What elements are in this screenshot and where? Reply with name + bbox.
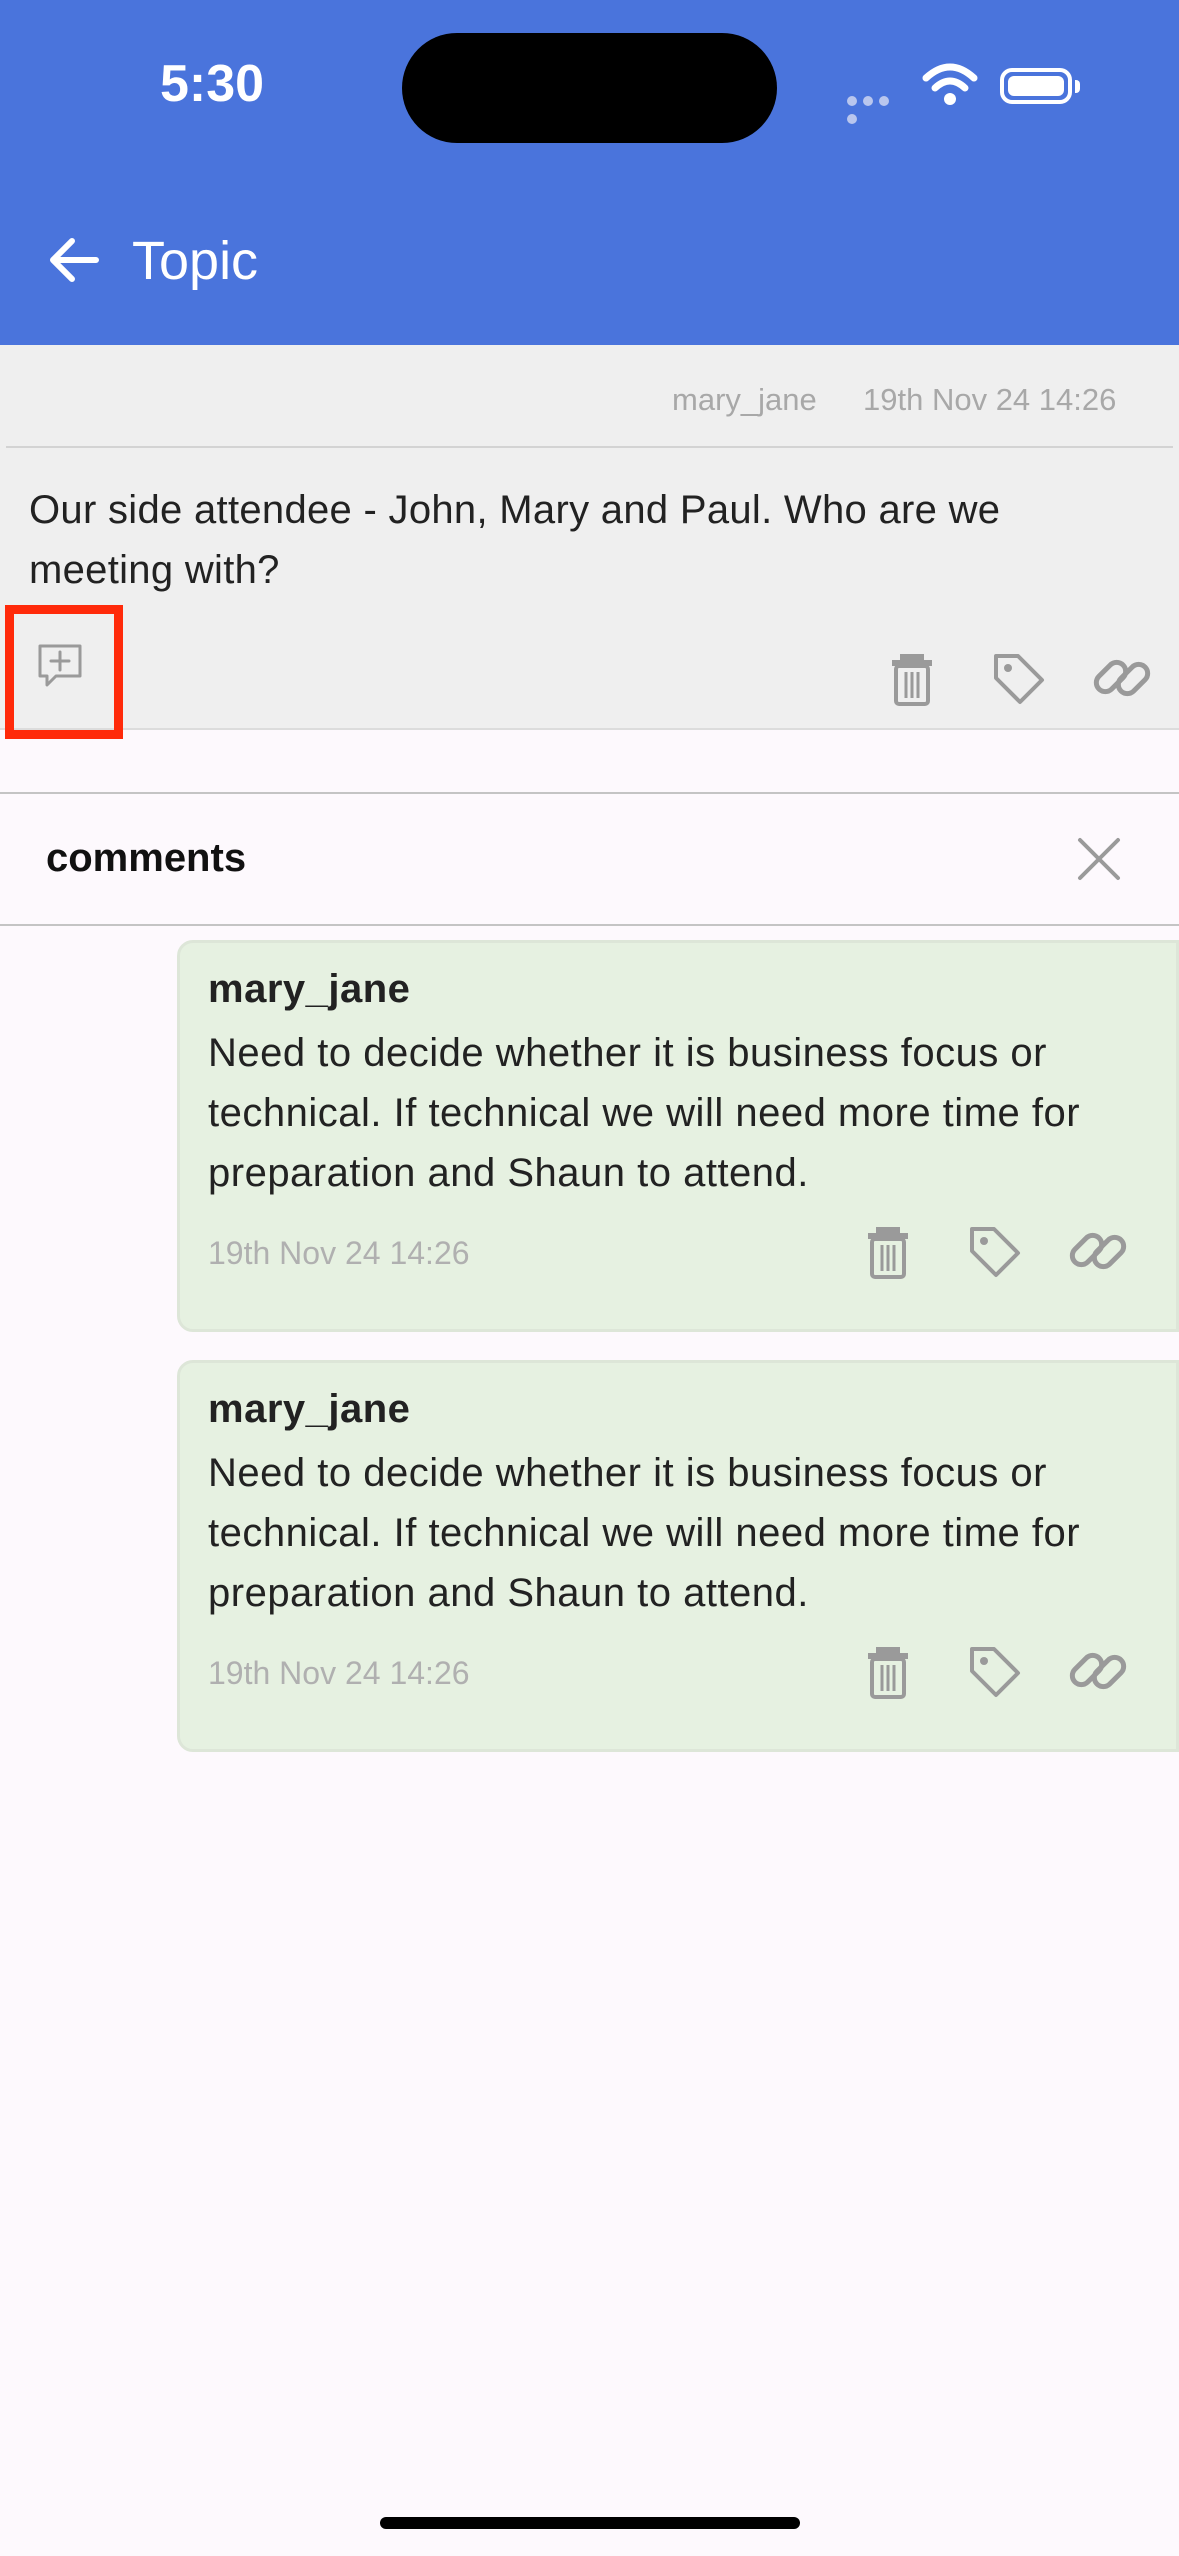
- comment-card: mary_jane Need to decide whether it is b…: [177, 940, 1179, 1332]
- wifi-icon: [922, 63, 978, 105]
- add-comment-icon: [38, 644, 82, 687]
- comment-card: mary_jane Need to decide whether it is b…: [177, 1360, 1179, 1752]
- comments-header-divider: [0, 924, 1179, 926]
- tag-comment-icon[interactable]: [962, 1639, 1026, 1703]
- comment-text: Need to decide whether it is business fo…: [208, 1451, 1081, 1615]
- comment-timestamp: 19th Nov 24 14:26: [208, 1235, 470, 1271]
- topic-timestamp: 19th Nov 24 14:26: [863, 382, 1117, 417]
- delete-topic-icon[interactable]: [880, 646, 944, 710]
- delete-comment-icon[interactable]: [856, 1639, 920, 1703]
- topic-author: mary_jane: [672, 382, 817, 417]
- comment-timestamp: 19th Nov 24 14:26: [208, 1655, 470, 1691]
- link-comment-icon[interactable]: [1066, 1639, 1130, 1703]
- home-indicator[interactable]: [380, 2517, 800, 2529]
- comment-author: mary_jane: [208, 967, 411, 1011]
- add-comment-button[interactable]: [5, 605, 123, 739]
- tag-topic-icon[interactable]: [986, 646, 1050, 710]
- topic-text: Our side attendee - John, Mary and Paul.…: [29, 488, 1001, 592]
- panel-top-border: [0, 792, 1179, 794]
- status-time: 5:30: [160, 55, 265, 113]
- dynamic-island: [402, 33, 777, 143]
- link-comment-icon[interactable]: [1066, 1219, 1130, 1283]
- close-icon[interactable]: [1074, 834, 1124, 884]
- link-topic-icon[interactable]: [1090, 646, 1154, 710]
- comment-author: mary_jane: [208, 1387, 411, 1431]
- battery-icon: [1000, 68, 1072, 104]
- topic-divider: [6, 446, 1173, 448]
- back-arrow-icon[interactable]: [46, 232, 102, 288]
- delete-comment-icon[interactable]: [856, 1219, 920, 1283]
- tag-comment-icon[interactable]: [962, 1219, 1026, 1283]
- comment-text: Need to decide whether it is business fo…: [208, 1031, 1081, 1195]
- comments-title: comments: [46, 836, 247, 880]
- battery-tip: [1075, 80, 1080, 93]
- cellular-signal-icon: [847, 93, 905, 124]
- page-title: Topic: [132, 231, 259, 291]
